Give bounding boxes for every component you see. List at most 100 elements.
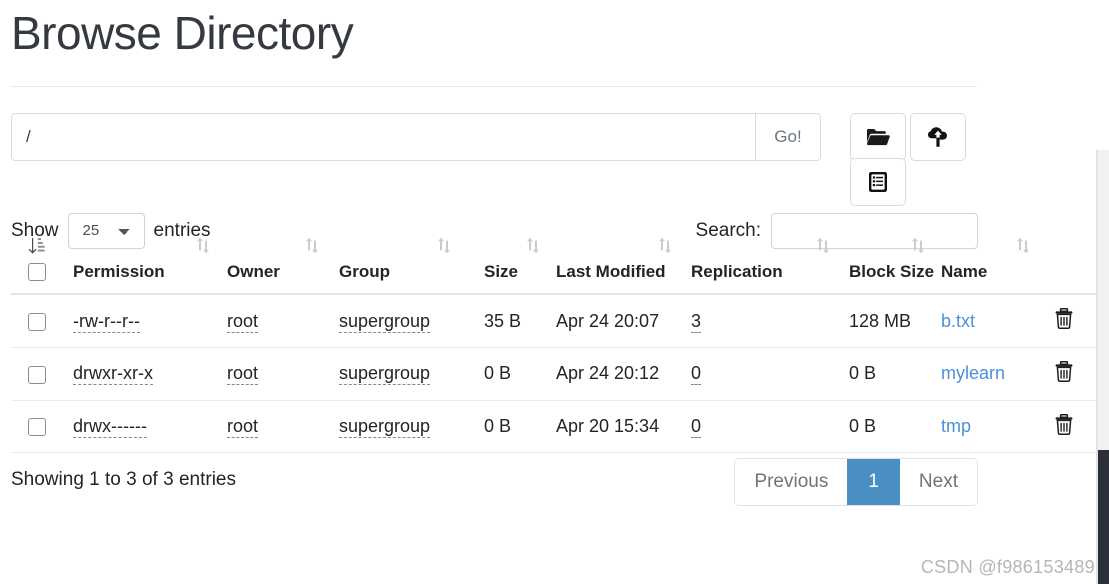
permission-value[interactable]: -rw-r--r-- <box>73 310 140 333</box>
cell-size: 0 B <box>484 400 556 454</box>
sort-icon <box>196 237 210 260</box>
file-name-link[interactable]: b.txt <box>941 311 975 331</box>
page-scrollbar-track[interactable] <box>1097 150 1109 584</box>
cell-replication: 0 <box>691 400 849 454</box>
table-row: drwxr-xr-x root supergroup 0 B Apr 24 20:12 0… <box>11 347 1097 401</box>
column-header-owner[interactable]: Owner <box>227 237 339 296</box>
go-button[interactable]: Go! <box>755 112 821 161</box>
column-header-size[interactable]: Size <box>484 237 556 296</box>
group-value[interactable]: supergroup <box>339 310 431 333</box>
cell-block-size: 128 MB <box>849 294 941 348</box>
cell-owner: root <box>227 294 339 348</box>
search-label: Search: <box>695 219 761 241</box>
table-row: -rw-r--r-- root supergroup 35 B Apr 24 20:07… <box>11 294 1097 348</box>
cell-actions <box>1054 347 1097 401</box>
cell-actions <box>1054 294 1097 348</box>
pagination-previous-button[interactable]: Previous <box>735 459 848 505</box>
clipboard-list-icon <box>868 171 888 193</box>
owner-value[interactable]: root <box>227 416 259 439</box>
cell-replication: 0 <box>691 347 849 401</box>
cell-name: tmp <box>941 400 1054 454</box>
browse-directory-page: Browse Directory Go! <box>0 0 1109 584</box>
cell-group: supergroup <box>339 400 484 454</box>
cell-replication: 3 <box>691 294 849 348</box>
column-header-replication[interactable]: Replication <box>691 237 849 296</box>
owner-value[interactable]: root <box>227 363 259 386</box>
sort-icon <box>911 237 925 260</box>
group-value[interactable]: supergroup <box>339 416 431 439</box>
column-header-label: Replication <box>691 261 783 281</box>
sort-icon <box>658 237 672 260</box>
cell-owner: root <box>227 400 339 454</box>
file-table-head: Permission Owner Group Size Last Modifie… <box>11 237 1097 296</box>
row-select-cell <box>11 294 73 348</box>
path-input[interactable] <box>11 112 755 161</box>
delete-row-button[interactable] <box>1054 413 1074 435</box>
select-all-checkbox[interactable] <box>28 263 46 282</box>
column-header-label: Last Modified <box>556 261 666 281</box>
sort-icon <box>526 237 540 260</box>
column-header-name[interactable]: Name <box>941 237 1054 296</box>
datatable-footer: Showing 1 to 3 of 3 entries Previous 1 N… <box>11 458 1097 518</box>
cell-last-modified: Apr 24 20:12 <box>556 347 691 401</box>
row-checkbox[interactable] <box>28 313 46 332</box>
cell-actions <box>1054 400 1097 454</box>
cut-paste-button[interactable] <box>850 157 906 206</box>
file-table-body: -rw-r--r-- root supergroup 35 B Apr 24 20:07… <box>11 294 1097 454</box>
replication-value[interactable]: 0 <box>691 416 702 439</box>
sort-icon <box>1016 237 1030 260</box>
row-checkbox[interactable] <box>28 365 46 384</box>
column-header-label: Block Size <box>849 261 935 281</box>
row-checkbox[interactable] <box>28 418 46 437</box>
folder-open-icon <box>866 127 890 147</box>
title-divider <box>11 85 977 87</box>
file-table-header-row: Permission Owner Group Size Last Modifie… <box>11 237 1097 296</box>
delete-row-button[interactable] <box>1054 308 1074 332</box>
pagination-next-button[interactable]: Next <box>899 459 977 505</box>
group-value[interactable]: supergroup <box>339 363 431 386</box>
cell-block-size: 0 B <box>849 347 941 401</box>
column-header-last-modified[interactable]: Last Modified <box>556 237 691 296</box>
replication-value[interactable]: 0 <box>691 363 702 386</box>
file-name-link[interactable]: tmp <box>941 416 971 436</box>
upload-files-button[interactable] <box>910 112 966 161</box>
file-name-link[interactable]: mylearn <box>941 363 1005 383</box>
cell-name: mylearn <box>941 347 1054 401</box>
file-table-container: Permission Owner Group Size Last Modifie… <box>11 237 1097 454</box>
search-input[interactable] <box>771 212 978 249</box>
sort-amount-down-icon <box>28 237 45 261</box>
cell-last-modified: Apr 24 20:07 <box>556 294 691 348</box>
owner-value[interactable]: root <box>227 310 259 333</box>
cell-group: supergroup <box>339 294 484 348</box>
column-header-select-all[interactable] <box>11 237 73 296</box>
column-header-label: Size <box>484 261 519 281</box>
upload-icon <box>927 126 949 148</box>
sort-icon <box>305 237 319 260</box>
column-header-permission[interactable]: Permission <box>73 237 227 296</box>
permission-value[interactable]: drwx------ <box>73 416 147 439</box>
pagination: Previous 1 Next <box>734 458 978 506</box>
column-header-block-size[interactable]: Block Size <box>849 237 941 296</box>
column-header-actions <box>1054 261 1097 296</box>
column-header-label: Name <box>941 261 988 281</box>
column-header-label: Owner <box>227 261 280 281</box>
column-header-group[interactable]: Group <box>339 237 484 296</box>
replication-value[interactable]: 3 <box>691 310 702 333</box>
page-scrollbar-thumb[interactable] <box>1098 450 1109 584</box>
cell-permission: drwxr-xr-x <box>73 347 227 401</box>
cell-size: 0 B <box>484 347 556 401</box>
cell-block-size: 0 B <box>849 400 941 454</box>
cell-name: b.txt <box>941 294 1054 348</box>
file-table: Permission Owner Group Size Last Modifie… <box>11 237 1097 454</box>
pagination-page-1-button[interactable]: 1 <box>847 459 900 505</box>
datatable-info: Showing 1 to 3 of 3 entries <box>11 469 236 491</box>
row-select-cell <box>11 347 73 401</box>
delete-row-button[interactable] <box>1054 360 1074 382</box>
trash-icon <box>1054 308 1074 332</box>
entries-length-select[interactable]: 2550100 <box>67 212 145 249</box>
create-directory-button[interactable] <box>850 112 906 161</box>
cell-permission: -rw-r--r-- <box>73 294 227 348</box>
table-row: drwx------ root supergroup 0 B Apr 20 15:34 0… <box>11 400 1097 454</box>
datatable-controls: Show 2550100 entries Search: <box>11 212 1097 257</box>
permission-value[interactable]: drwxr-xr-x <box>73 363 153 386</box>
